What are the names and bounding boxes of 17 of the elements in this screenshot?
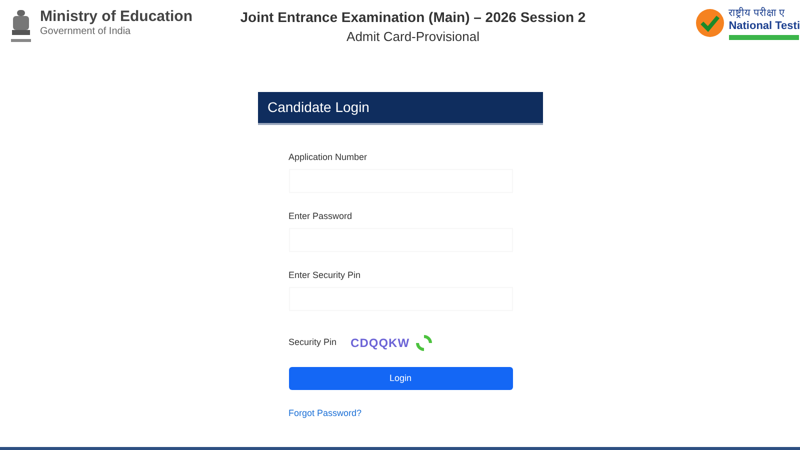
exam-title: Joint Entrance Examination (Main) – 2026 Session 2 bbox=[240, 8, 586, 26]
exam-subtitle: Admit Card-Provisional bbox=[346, 28, 480, 46]
agency-name: National Testi bbox=[728, 20, 800, 33]
refresh-icon[interactable] bbox=[414, 333, 434, 353]
check-logo-icon bbox=[694, 8, 725, 38]
field-label: Enter Security Pin bbox=[288, 269, 362, 281]
agency-hindi-name: राष्ट्रीय परीक्षा ए bbox=[728, 8, 786, 20]
forgot-password-link[interactable]: Forgot Password? bbox=[288, 407, 362, 420]
field-label: Application Number bbox=[288, 151, 368, 163]
captcha-text: CDQQKW bbox=[350, 335, 410, 352]
login-title: Candidate Login bbox=[268, 98, 370, 117]
captcha-label: Security Pin bbox=[288, 336, 337, 350]
field-label: Enter Password bbox=[288, 210, 354, 222]
agency-tagline-bar bbox=[728, 35, 799, 40]
ministry-name: Ministry of Education bbox=[40, 8, 193, 26]
login-button[interactable]: Login bbox=[288, 367, 512, 390]
government-name: Government of India bbox=[40, 26, 132, 38]
